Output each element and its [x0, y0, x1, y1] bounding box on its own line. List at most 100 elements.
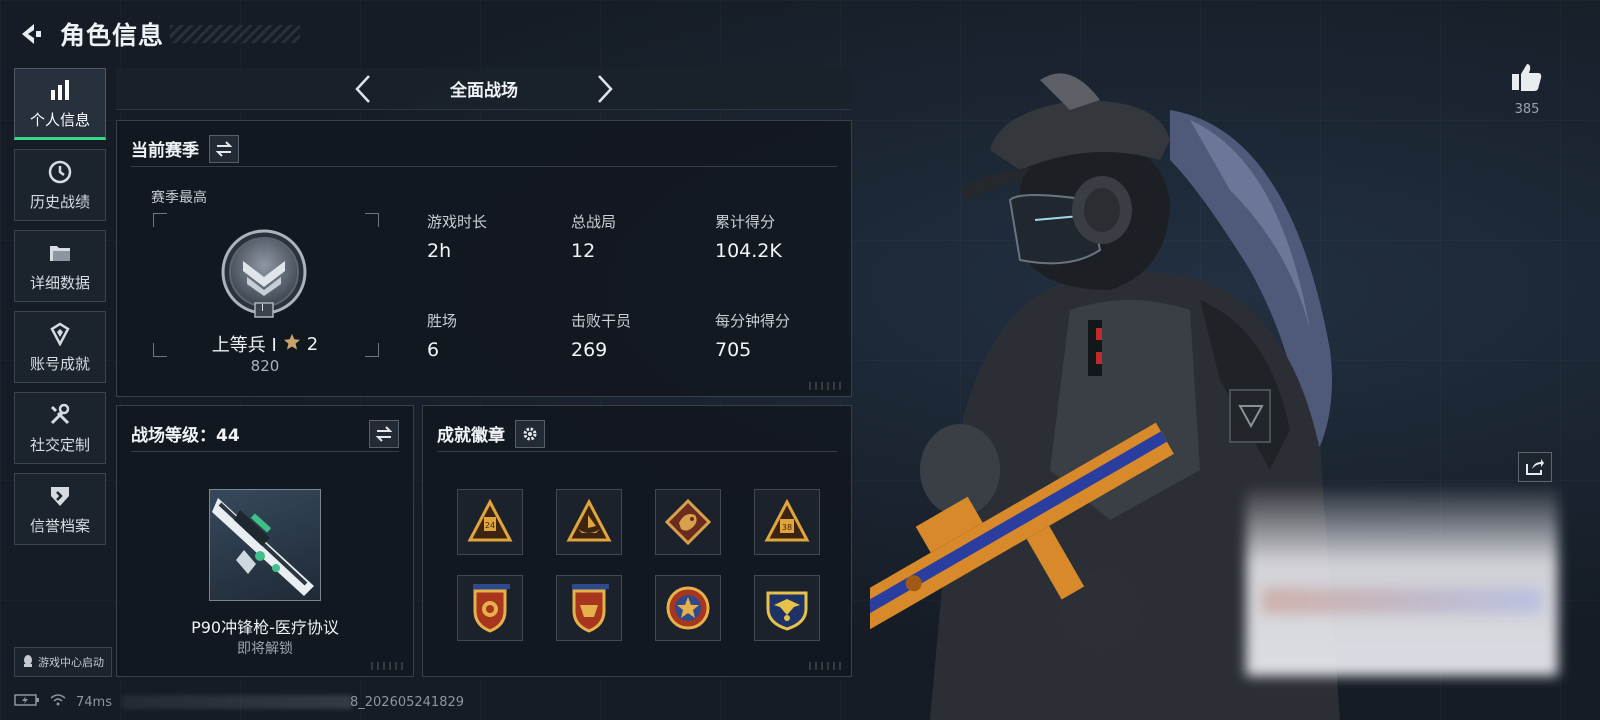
- badges-panel-header: 成就徽章: [437, 416, 837, 452]
- shield-badge-stars-icon[interactable]: [556, 575, 622, 641]
- star-medal-badge-icon[interactable]: [655, 575, 721, 641]
- blurred-overlay-strip: [1262, 588, 1542, 614]
- rank-name-row: 上等兵 I 2: [117, 331, 413, 357]
- emblem-numeral: I: [261, 303, 264, 314]
- mode-selector: 全面战场: [116, 68, 852, 110]
- stat-wins: 胜场 6: [427, 310, 457, 361]
- p90-weapon-icon: [212, 498, 314, 596]
- achievement-badges-panel: 成就徽章 24 38: [422, 405, 852, 677]
- season-title: 当前赛季: [131, 141, 199, 161]
- thumbs-up-icon[interactable]: [1510, 62, 1544, 96]
- title-decoration: [170, 25, 301, 43]
- corner-decoration: [809, 662, 843, 670]
- blurred-player-id: [121, 695, 352, 709]
- share-icon: [1526, 459, 1544, 475]
- season-panel-header: 当前赛季: [131, 131, 837, 167]
- level-panel-header: 战场等级：44: [131, 416, 399, 452]
- stat-total-score: 累计得分 104.2K: [715, 211, 782, 262]
- stat-label: 累计得分: [715, 213, 776, 231]
- ping-text: 74ms: [76, 694, 112, 710]
- stat-value: 269: [571, 339, 608, 361]
- eagle-shield-badge-icon[interactable]: [754, 575, 820, 641]
- battery-icon: [14, 693, 40, 711]
- corner-decoration: [809, 382, 843, 390]
- shield-badge-red-icon[interactable]: [457, 575, 523, 641]
- mode-next-arrow-icon[interactable]: [588, 72, 622, 106]
- svg-text:38: 38: [782, 523, 792, 532]
- achievement-icon: [47, 321, 73, 347]
- rank-stars: 2: [306, 333, 319, 355]
- share-button[interactable]: [1518, 452, 1552, 482]
- stat-label: 每分钟得分: [715, 312, 791, 330]
- sidebar-item-social[interactable]: 社交定制: [14, 392, 106, 464]
- page-title: 角色信息: [60, 21, 165, 50]
- rank-score: 820: [250, 357, 280, 375]
- sidebar-item-label: 账号成就: [29, 354, 90, 373]
- stat-label: 游戏时长: [427, 213, 488, 231]
- weapon-name: P90冲锋枪-医疗协议: [191, 618, 339, 637]
- badges-settings-button[interactable]: [515, 419, 545, 448]
- bar-chart-icon: [47, 77, 73, 103]
- stat-label: 胜场: [427, 312, 458, 330]
- stat-label: 总战局: [571, 213, 617, 231]
- stat-play-time: 游戏时长 2h: [427, 211, 487, 262]
- mode-title: 全面战场: [450, 81, 518, 101]
- level-title: 战场等级：44: [131, 426, 240, 446]
- triangle-badge-24-icon[interactable]: 24: [457, 489, 523, 555]
- like-block: 385: [1510, 62, 1544, 117]
- stat-value: 705: [715, 339, 752, 361]
- triangle-badge-ship-icon[interactable]: [556, 489, 622, 555]
- dragon-badge-icon[interactable]: [655, 489, 721, 555]
- badge-grid: 24 38: [457, 489, 820, 641]
- gear-icon: [523, 427, 537, 440]
- sidebar-item-label: 个人信息: [29, 110, 90, 129]
- status-bar: 74ms 8_202605241829: [14, 690, 464, 714]
- tools-icon: [47, 402, 73, 428]
- stat-score-per-minute: 每分钟得分 705: [715, 310, 790, 361]
- stat-value: 6: [427, 339, 440, 361]
- build-id: 8_202605241829: [349, 694, 465, 710]
- battlefield-level-panel: 战场等级：44 P90冲锋枪-医疗协议 即将解锁: [116, 405, 414, 677]
- sidebar-item-label: 详细数据: [29, 273, 90, 292]
- back-arrow-icon[interactable]: [14, 19, 44, 49]
- stat-value: 104.2K: [715, 240, 782, 262]
- mode-prev-arrow-icon[interactable]: [346, 72, 380, 106]
- triangle-badge-38-icon[interactable]: 38: [754, 489, 820, 555]
- folder-icon: [47, 240, 73, 266]
- stat-value: 12: [571, 240, 596, 262]
- stat-kills: 击败干员 269: [571, 310, 631, 361]
- star-icon: [283, 333, 301, 356]
- reputation-icon: [47, 483, 73, 509]
- rank-emblem-icon: I: [221, 229, 307, 319]
- blurred-overlay: [1246, 488, 1558, 676]
- corner-decoration: [371, 662, 405, 670]
- stat-label: 击败干员: [571, 312, 632, 330]
- sidebar-item-reputation[interactable]: 信誉档案: [14, 473, 106, 545]
- sidebar-item-achievements[interactable]: 账号成就: [14, 311, 106, 383]
- sidebar-item-label: 历史战绩: [29, 192, 90, 211]
- level-switch-button[interactable]: [369, 419, 399, 448]
- history-icon: [47, 159, 73, 185]
- weapon-unlock-card[interactable]: [209, 489, 321, 601]
- sidebar: 个人信息 历史战绩 详细数据 账号成就 社交定制 信誉档案: [14, 68, 106, 554]
- sidebar-item-detail-data[interactable]: 详细数据: [14, 230, 106, 302]
- stat-total-matches: 总战局 12: [571, 211, 616, 262]
- sidebar-item-personal-info[interactable]: 个人信息: [14, 68, 106, 140]
- launcher-label: 游戏中心启动: [38, 656, 104, 669]
- badges-title: 成就徽章: [437, 426, 505, 446]
- season-panel: 当前赛季 赛季最高 I 上等兵 I 2 820 游戏时长 2h 总战局 12 累…: [116, 120, 852, 397]
- svg-text:24: 24: [485, 521, 495, 530]
- rank-name: 上等兵 I: [211, 335, 277, 356]
- weapon-unlock-status: 即将解锁: [237, 641, 293, 657]
- season-best-label: 赛季最高: [151, 190, 207, 206]
- sidebar-item-label: 社交定制: [29, 435, 90, 454]
- stat-value: 2h: [427, 240, 452, 262]
- like-count: 385: [1514, 102, 1540, 117]
- qq-icon: [22, 654, 34, 671]
- switch-arrows-icon: [375, 425, 393, 442]
- wifi-icon: [50, 693, 66, 711]
- season-switch-button[interactable]: [209, 134, 239, 163]
- sidebar-item-label: 信誉档案: [29, 516, 90, 535]
- game-center-launch-button[interactable]: 游戏中心启动: [14, 647, 112, 677]
- sidebar-item-history[interactable]: 历史战绩: [14, 149, 106, 221]
